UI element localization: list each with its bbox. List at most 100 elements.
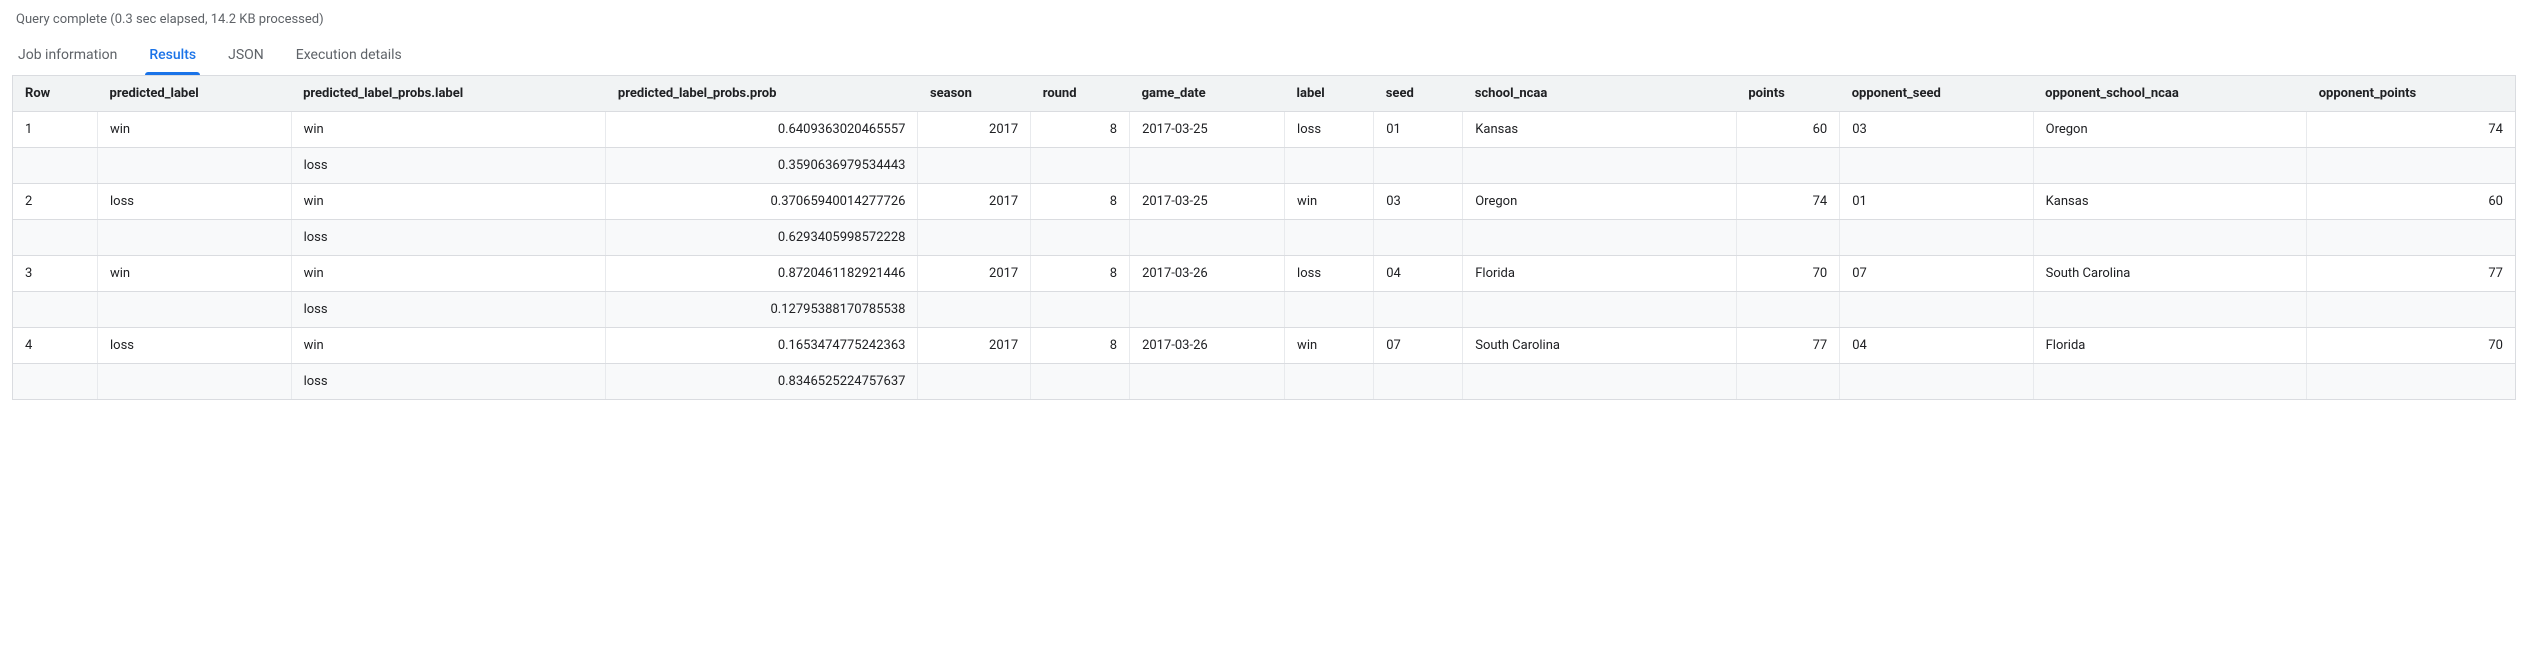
tab-json[interactable]: JSON bbox=[226, 37, 266, 75]
cell-prob-value: 0.6409363020465557 bbox=[606, 112, 918, 148]
cell-opponent-school-ncaa: South Carolina bbox=[2033, 256, 2307, 292]
cell-opponent-school-ncaa bbox=[2033, 292, 2307, 328]
cell-round: 8 bbox=[1031, 112, 1130, 148]
col-round[interactable]: round bbox=[1031, 76, 1130, 112]
cell-opponent-school-ncaa bbox=[2033, 220, 2307, 256]
cell-row: 1 bbox=[13, 112, 98, 148]
cell-seed: 07 bbox=[1374, 328, 1463, 364]
cell-season: 2017 bbox=[918, 256, 1031, 292]
cell-round: 8 bbox=[1031, 184, 1130, 220]
cell-prob-label: loss bbox=[291, 220, 606, 256]
cell-predicted-label bbox=[98, 364, 292, 400]
cell-label bbox=[1285, 148, 1374, 184]
cell-school-ncaa: Kansas bbox=[1463, 112, 1737, 148]
cell-label: win bbox=[1285, 328, 1374, 364]
cell-round bbox=[1031, 292, 1130, 328]
tab-job-information[interactable]: Job information bbox=[16, 37, 119, 75]
cell-school-ncaa: South Carolina bbox=[1463, 328, 1737, 364]
cell-season bbox=[918, 292, 1031, 328]
cell-predicted-label bbox=[98, 220, 292, 256]
cell-opponent-points: 77 bbox=[2307, 256, 2516, 292]
cell-game-date: 2017-03-26 bbox=[1130, 256, 1285, 292]
cell-opponent-school-ncaa: Oregon bbox=[2033, 112, 2307, 148]
table-row: loss0.3590636979534443 bbox=[13, 148, 2516, 184]
col-opponent-school-ncaa[interactable]: opponent_school_ncaa bbox=[2033, 76, 2307, 112]
col-predicted-probs-prob[interactable]: predicted_label_probs.prob bbox=[606, 76, 918, 112]
cell-predicted-label bbox=[98, 292, 292, 328]
cell-prob-value: 0.12795388170785538 bbox=[606, 292, 918, 328]
col-school-ncaa[interactable]: school_ncaa bbox=[1463, 76, 1737, 112]
cell-predicted-label bbox=[98, 148, 292, 184]
cell-row bbox=[13, 148, 98, 184]
cell-opponent-school-ncaa: Kansas bbox=[2033, 184, 2307, 220]
cell-prob-label: loss bbox=[291, 364, 606, 400]
cell-school-ncaa bbox=[1463, 220, 1737, 256]
cell-opponent-seed bbox=[1840, 364, 2033, 400]
cell-game-date bbox=[1130, 220, 1285, 256]
cell-label bbox=[1285, 220, 1374, 256]
cell-opponent-seed bbox=[1840, 292, 2033, 328]
cell-prob-label: win bbox=[291, 184, 606, 220]
result-tabs: Job information Results JSON Execution d… bbox=[12, 37, 2516, 75]
col-opponent-seed[interactable]: opponent_seed bbox=[1840, 76, 2033, 112]
cell-seed bbox=[1374, 148, 1463, 184]
cell-predicted-label: loss bbox=[98, 184, 292, 220]
cell-prob-value: 0.37065940014277726 bbox=[606, 184, 918, 220]
cell-seed: 04 bbox=[1374, 256, 1463, 292]
col-game-date[interactable]: game_date bbox=[1130, 76, 1285, 112]
cell-seed bbox=[1374, 220, 1463, 256]
table-row: 2losswin0.37065940014277726201782017-03-… bbox=[13, 184, 2516, 220]
cell-points bbox=[1736, 292, 1839, 328]
cell-season: 2017 bbox=[918, 112, 1031, 148]
cell-row bbox=[13, 220, 98, 256]
tab-results[interactable]: Results bbox=[147, 37, 198, 75]
cell-predicted-label: loss bbox=[98, 328, 292, 364]
cell-points: 74 bbox=[1736, 184, 1839, 220]
col-label[interactable]: label bbox=[1285, 76, 1374, 112]
cell-opponent-school-ncaa: Florida bbox=[2033, 328, 2307, 364]
cell-row bbox=[13, 292, 98, 328]
cell-row bbox=[13, 364, 98, 400]
table-row: 3winwin0.8720461182921446201782017-03-26… bbox=[13, 256, 2516, 292]
cell-prob-label: win bbox=[291, 112, 606, 148]
cell-school-ncaa bbox=[1463, 148, 1737, 184]
cell-school-ncaa: Oregon bbox=[1463, 184, 1737, 220]
cell-prob-value: 0.1653474775242363 bbox=[606, 328, 918, 364]
cell-row: 3 bbox=[13, 256, 98, 292]
col-points[interactable]: points bbox=[1736, 76, 1839, 112]
cell-school-ncaa: Florida bbox=[1463, 256, 1737, 292]
cell-opponent-points bbox=[2307, 148, 2516, 184]
cell-label: loss bbox=[1285, 256, 1374, 292]
results-table: Row predicted_label predicted_label_prob… bbox=[12, 75, 2516, 400]
col-season[interactable]: season bbox=[918, 76, 1031, 112]
cell-seed: 01 bbox=[1374, 112, 1463, 148]
table-row: 4losswin0.1653474775242363201782017-03-2… bbox=[13, 328, 2516, 364]
cell-seed bbox=[1374, 364, 1463, 400]
col-predicted-probs-label[interactable]: predicted_label_probs.label bbox=[291, 76, 606, 112]
col-opponent-points[interactable]: opponent_points bbox=[2307, 76, 2516, 112]
cell-prob-value: 0.6293405998572228 bbox=[606, 220, 918, 256]
cell-school-ncaa bbox=[1463, 364, 1737, 400]
cell-row: 4 bbox=[13, 328, 98, 364]
table-row: loss0.8346525224757637 bbox=[13, 364, 2516, 400]
tab-execution-details[interactable]: Execution details bbox=[294, 37, 404, 75]
cell-points bbox=[1736, 148, 1839, 184]
cell-school-ncaa bbox=[1463, 292, 1737, 328]
cell-prob-value: 0.3590636979534443 bbox=[606, 148, 918, 184]
cell-round: 8 bbox=[1031, 256, 1130, 292]
col-seed[interactable]: seed bbox=[1374, 76, 1463, 112]
cell-label: win bbox=[1285, 184, 1374, 220]
cell-round bbox=[1031, 148, 1130, 184]
cell-opponent-seed bbox=[1840, 220, 2033, 256]
cell-prob-label: win bbox=[291, 256, 606, 292]
cell-points: 70 bbox=[1736, 256, 1839, 292]
col-predicted-label[interactable]: predicted_label bbox=[98, 76, 292, 112]
col-row[interactable]: Row bbox=[13, 76, 98, 112]
cell-points bbox=[1736, 364, 1839, 400]
cell-seed bbox=[1374, 292, 1463, 328]
cell-game-date bbox=[1130, 148, 1285, 184]
cell-opponent-school-ncaa bbox=[2033, 148, 2307, 184]
cell-label: loss bbox=[1285, 112, 1374, 148]
cell-round: 8 bbox=[1031, 328, 1130, 364]
cell-season bbox=[918, 148, 1031, 184]
